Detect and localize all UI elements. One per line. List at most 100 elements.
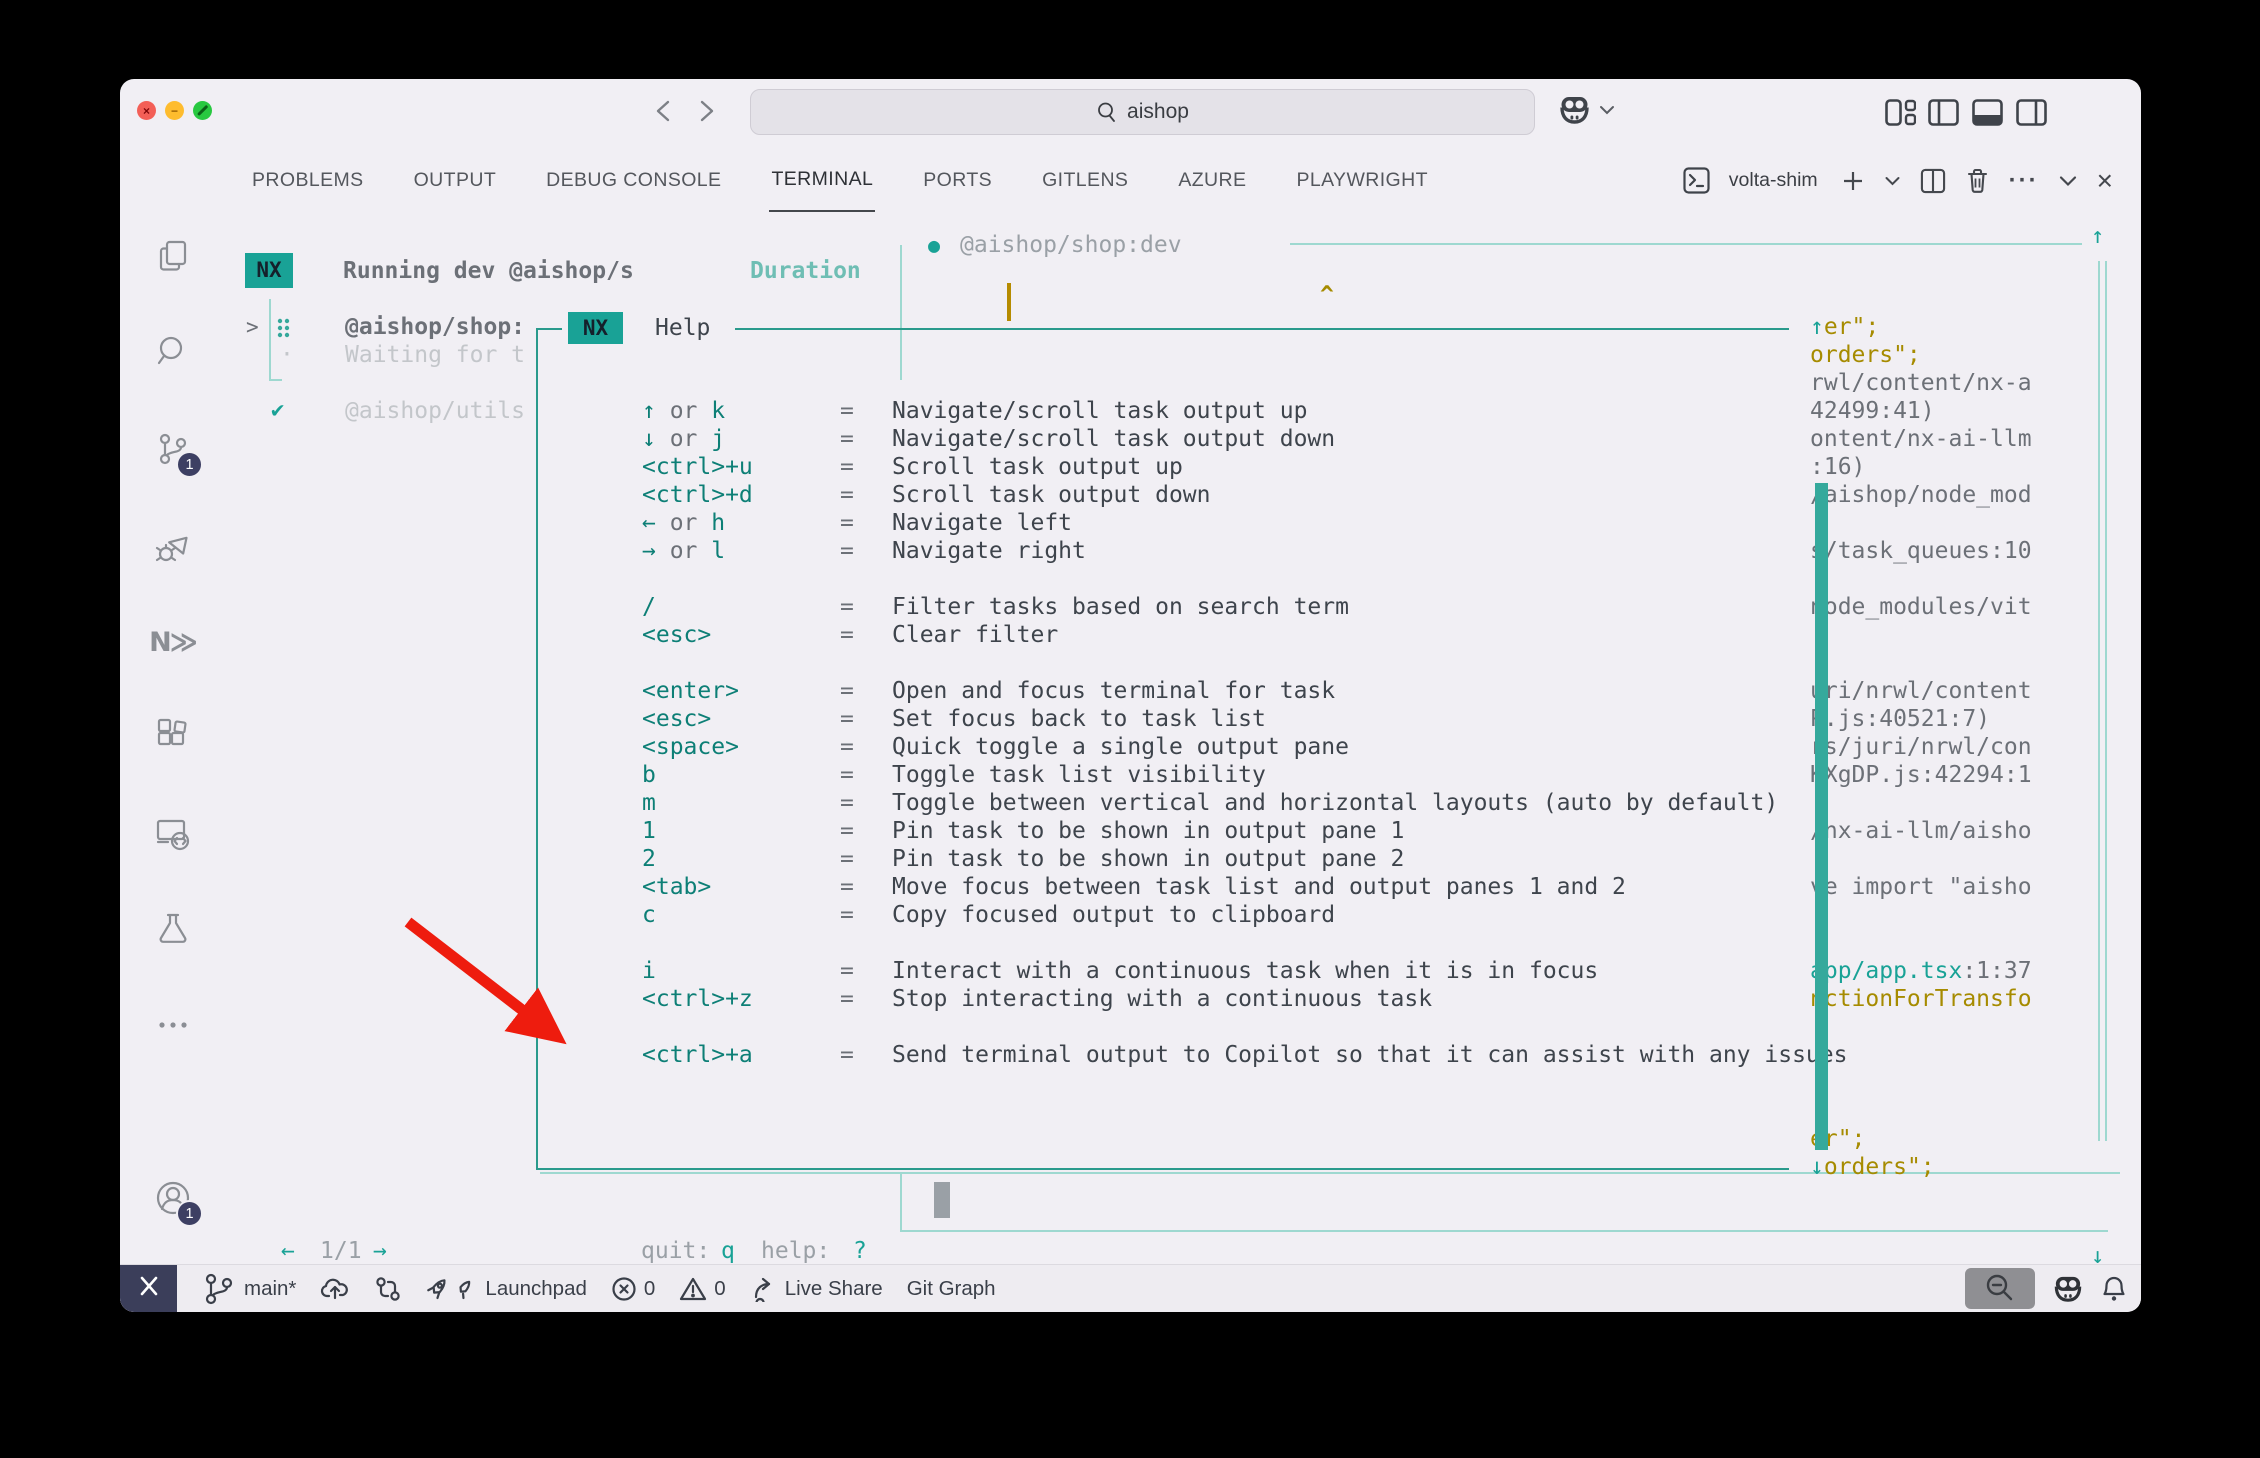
help-shortcut-row: 2=Pin task to be shown in output pane 2 (642, 845, 1847, 873)
back-arrow-icon[interactable] (648, 96, 678, 126)
duration-column-label: Duration (750, 257, 861, 285)
customize-layout-icon[interactable] (1885, 99, 1916, 126)
tab-gitlens[interactable]: GITLENS (1040, 150, 1130, 211)
tab-playwright[interactable]: PLAYWRIGHT (1294, 150, 1429, 211)
task2-name[interactable]: @aishop/utils (345, 397, 525, 425)
equals-sign: = (840, 705, 892, 733)
shortcut-key: 1 (642, 817, 840, 845)
status-item-cloud-upload-icon[interactable] (320, 1277, 350, 1301)
command-center-search[interactable]: aishop (750, 89, 1535, 135)
page-right-arrow[interactable]: → (373, 1237, 387, 1265)
shortcut-key: → or l (642, 537, 840, 565)
kill-terminal-button[interactable] (1965, 167, 1990, 194)
panel-maximize-chevron-icon[interactable] (2058, 174, 2078, 188)
sidebar-item-source-control[interactable]: 1 (120, 416, 225, 486)
tab-debug-console[interactable]: DEBUG CONSOLE (544, 150, 723, 211)
shortcut-key: <enter> (642, 677, 840, 705)
remote-indicator[interactable] (120, 1265, 177, 1312)
task-tree-line (269, 299, 271, 381)
status-item-0[interactable]: 0 (679, 1276, 725, 1302)
shortcut-key: i (642, 957, 840, 985)
shortcut-key: <space> (642, 733, 840, 761)
sidebar-item-search[interactable] (120, 318, 225, 388)
output-line: ↓orders"; (1810, 1153, 2032, 1181)
forward-arrow-icon[interactable] (692, 96, 722, 126)
sidebar-item-more[interactable] (120, 992, 225, 1062)
new-terminal-button[interactable] (1841, 169, 1865, 193)
search-icon (155, 333, 191, 374)
tab-terminal[interactable]: TERMINAL (769, 149, 875, 212)
scroll-track-line-1 (2098, 261, 2100, 1141)
sidebar-item-extensions[interactable] (120, 703, 225, 773)
status-item-zoom-out-icon[interactable] (1965, 1268, 2035, 1309)
status-item-git-compare-icon[interactable] (374, 1276, 402, 1302)
output-line: uri/nrwl/content (1810, 677, 2032, 705)
copilot-icon (1558, 95, 1591, 125)
task1-name[interactable]: @aishop/shop: (345, 313, 525, 341)
terminal-more-actions-button[interactable]: ··· (2009, 169, 2039, 193)
help-shortcut-row: c=Copy focused output to clipboard (642, 901, 1847, 929)
sidebar-item-accounts[interactable]: 1 (120, 1165, 225, 1235)
equals-sign: = (840, 789, 892, 817)
help-shortcut-row: <tab>=Move focus between task list and o… (642, 873, 1847, 901)
shortcut-key: 2 (642, 845, 840, 873)
toggle-secondary-sidebar-icon[interactable] (2016, 99, 2047, 126)
status-item-bell-icon[interactable] (2101, 1275, 2127, 1303)
toggle-primary-sidebar-icon[interactable] (1928, 99, 1959, 126)
tab-problems[interactable]: PROBLEMS (250, 150, 366, 211)
shortcut-description: Navigate left (892, 509, 1072, 537)
sidebar-item-remote-explorer[interactable] (120, 801, 225, 871)
sidebar-item-testing[interactable] (120, 896, 225, 966)
output-line (1810, 1069, 2032, 1097)
status-item-main-[interactable]: main* (201, 1271, 296, 1307)
terminal-content[interactable]: NX Running dev @aishop/s Duration ● @ais… (225, 215, 2141, 1265)
terminal-profile-chevron-icon[interactable] (1884, 175, 1901, 187)
scroll-up-icon[interactable]: ↑ (2091, 223, 2104, 251)
shortcut-description: Filter tasks based on search term (892, 593, 1349, 621)
equals-sign: = (840, 425, 892, 453)
help-shortcut-row: m=Toggle between vertical and horizontal… (642, 789, 1847, 817)
output-line: ve import "aisho (1810, 873, 2032, 901)
close-panel-button[interactable]: × (2097, 167, 2113, 195)
status-item-launchpad[interactable]: Launchpad (426, 1276, 586, 1302)
equals-sign: = (840, 761, 892, 789)
status-item-git-graph[interactable]: Git Graph (907, 1277, 996, 1301)
zoom-glyph (197, 105, 208, 116)
shortcut-description: Move focus between task list and output … (892, 873, 1626, 901)
shortcut-key: <ctrl>+u (642, 453, 840, 481)
help-shortcut-row: 1=Pin task to be shown in output pane 1 (642, 817, 1847, 845)
equals-sign: = (840, 537, 892, 565)
zoom-window-button[interactable] (193, 101, 212, 120)
status-item-live-share[interactable]: Live Share (750, 1276, 883, 1302)
output-scrollbar-thumb[interactable] (1815, 483, 1828, 1150)
sidebar-item-run-debug[interactable] (120, 513, 225, 583)
vscode-window: × − aishop PROBLEMS OUTPUT DEBUG CONSOLE TE… (120, 79, 2141, 1312)
shortcut-description: Quick toggle a single output pane (892, 733, 1349, 761)
shortcut-description: Navigate right (892, 537, 1086, 565)
copilot-menu-button[interactable] (1558, 95, 1615, 125)
toggle-panel-icon[interactable] (1972, 99, 2003, 126)
terminal-icon (1683, 167, 1710, 194)
status-item-0[interactable]: 0 (611, 1276, 655, 1302)
output-line: P.js:40521:7) (1810, 705, 2032, 733)
shortcut-description: Navigate/scroll task output up (892, 397, 1307, 425)
equals-sign: = (840, 677, 892, 705)
sidebar-item-nx-console[interactable]: N≫ (120, 607, 225, 677)
terminal-instance-name[interactable]: volta-shim (1729, 169, 1818, 192)
tab-ports[interactable]: PORTS (921, 150, 994, 211)
minimize-window-button[interactable]: − (165, 101, 184, 120)
status-item-copilot-icon[interactable] (2053, 1275, 2083, 1303)
split-terminal-button[interactable] (1920, 168, 1946, 194)
shortcut-key: b (642, 761, 840, 789)
page-left-arrow[interactable]: ← (281, 1237, 295, 1265)
shortcut-key: / (642, 593, 840, 621)
sidebar-item-explorer[interactable] (120, 223, 225, 293)
close-window-button[interactable]: × (137, 101, 156, 120)
launchpad-rockets-icon (426, 1276, 478, 1302)
tab-output[interactable]: OUTPUT (412, 150, 499, 211)
help-shortcut-row: i=Interact with a continuous task when i… (642, 957, 1847, 985)
tab-azure[interactable]: AZURE (1176, 150, 1248, 211)
task-expand-chevron[interactable]: > (246, 313, 259, 341)
output-line: :16) (1810, 453, 2032, 481)
equals-sign: = (840, 957, 892, 985)
